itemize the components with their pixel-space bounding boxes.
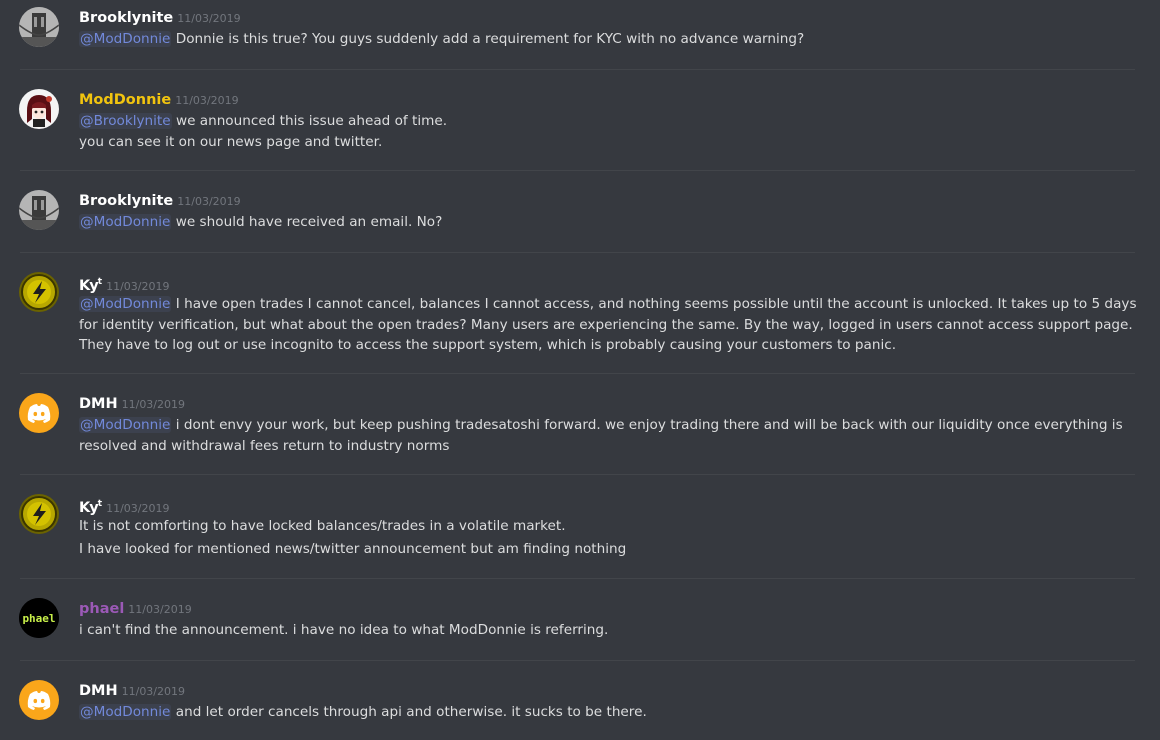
message-header: DMH 11/03/2019 — [79, 393, 185, 413]
timestamp: 11/03/2019 — [121, 398, 186, 411]
timestamp: 11/03/2019 — [177, 195, 241, 208]
phael-text-avatar-icon: phael — [19, 598, 59, 638]
message-divider — [20, 170, 1135, 171]
timestamp: 11/03/2019 — [175, 94, 239, 107]
message-header: ModDonnie 11/03/2019 — [79, 89, 239, 109]
user-mention[interactable]: @ModDonnie — [79, 296, 172, 312]
bridge-photo-avatar-icon — [19, 7, 59, 47]
timestamp: 11/03/2019 — [177, 12, 241, 25]
message-body: @ModDonnie and let order cancels through… — [79, 702, 1139, 723]
message-text: i dont envy your work, but keep pushing … — [79, 417, 1123, 454]
message-body: It is not comforting to have locked bala… — [79, 515, 1139, 561]
timestamp: 11/03/2019 — [106, 501, 170, 515]
user-mention[interactable]: @Brooklynite — [79, 113, 172, 129]
message-divider — [20, 373, 1135, 374]
user-mention[interactable]: @ModDonnie — [79, 704, 172, 720]
message-line: @ModDonnie and let order cancels through… — [79, 702, 1139, 723]
timestamp: 11/03/2019 — [128, 603, 192, 616]
message-divider — [20, 660, 1135, 661]
message-text: Donnie is this true? You guys suddenly a… — [171, 31, 805, 47]
avatar[interactable] — [19, 190, 59, 230]
message-line: @ModDonnie I have open trades I cannot c… — [79, 294, 1139, 356]
username[interactable]: Brooklynite — [79, 193, 173, 209]
message-header: Kyt 11/03/2019 — [79, 272, 170, 294]
username[interactable]: Kyt — [79, 499, 103, 516]
username-text: Ky — [79, 277, 99, 294]
message-line: @ModDonnie Donnie is this true? You guys… — [79, 29, 1139, 50]
avatar[interactable] — [19, 680, 59, 720]
message-body: @ModDonnie I have open trades I cannot c… — [79, 294, 1139, 356]
username-text: Ky — [79, 499, 99, 516]
message-line: It is not comforting to have locked bala… — [79, 515, 1139, 538]
username[interactable]: DMH — [79, 683, 118, 699]
user-mention[interactable]: @ModDonnie — [79, 31, 172, 47]
message-line: @ModDonnie we should have received an em… — [79, 212, 1139, 233]
timestamp: 11/03/2019 — [121, 685, 186, 698]
message-text: and let order cancels through api and ot… — [171, 704, 647, 720]
message-divider — [20, 474, 1135, 475]
username[interactable]: phael — [79, 601, 124, 617]
message-text: we should have received an email. No? — [171, 214, 443, 230]
message-body: i can't find the announcement. i have no… — [79, 620, 1139, 641]
message-text: I have looked for mentioned news/twitter… — [79, 541, 627, 557]
lightning-logo-avatar-icon — [19, 494, 59, 534]
username-superscript: t — [97, 277, 103, 287]
timestamp: 11/03/2019 — [106, 279, 170, 293]
avatar[interactable] — [19, 393, 59, 433]
username[interactable]: DMH — [79, 396, 118, 412]
username[interactable]: Kyt — [79, 277, 103, 294]
avatar[interactable] — [19, 494, 59, 534]
message-text: you can see it on our news page and twit… — [79, 133, 383, 150]
message-text: It is not comforting to have locked bala… — [79, 518, 566, 534]
message-text: we announced this issue ahead of time. — [171, 113, 448, 129]
message-line: I have looked for mentioned news/twitter… — [79, 538, 1139, 561]
message-divider — [20, 578, 1135, 579]
message-body: @ModDonnie Donnie is this true? You guys… — [79, 29, 1139, 50]
chat-messages: Brooklynite 11/03/2019 @ModDonnie Donnie … — [0, 0, 1160, 740]
avatar[interactable] — [19, 89, 59, 129]
username-superscript: t — [97, 499, 103, 509]
message-body: @ModDonnie we should have received an em… — [79, 212, 1139, 233]
message-body: @ModDonnie i dont envy your work, but ke… — [79, 415, 1139, 456]
message-text: i can't find the announcement. i have no… — [79, 622, 609, 638]
user-mention[interactable]: @ModDonnie — [79, 214, 172, 230]
message-line: i can't find the announcement. i have no… — [79, 620, 1139, 641]
username[interactable]: Brooklynite — [79, 10, 173, 26]
bridge-photo-avatar-icon — [19, 190, 59, 230]
message-line: you can see it on our news page and twit… — [79, 132, 1139, 153]
username[interactable]: ModDonnie — [79, 92, 171, 108]
avatar[interactable]: phael — [19, 598, 59, 638]
message-line: @ModDonnie i dont envy your work, but ke… — [79, 415, 1139, 456]
message-header: Kyt 11/03/2019 — [79, 494, 170, 516]
message-header: Brooklynite 11/03/2019 — [79, 190, 241, 210]
message-body: @Brooklynite we announced this issue ahe… — [79, 111, 1139, 152]
message-header: phael 11/03/2019 — [79, 598, 192, 618]
message-header: DMH 11/03/2019 — [79, 680, 185, 700]
avatar[interactable] — [19, 272, 59, 312]
message-divider — [20, 69, 1135, 70]
message-line: @Brooklynite we announced this issue ahe… — [79, 111, 1139, 132]
avatar-text: phael — [22, 612, 55, 625]
discord-logo-avatar-icon — [19, 393, 59, 433]
message-divider — [20, 252, 1135, 253]
lightning-logo-avatar-icon — [19, 272, 59, 312]
avatar[interactable] — [19, 7, 59, 47]
message-header: Brooklynite 11/03/2019 — [79, 7, 241, 27]
message-text: I have open trades I cannot cancel, bala… — [79, 296, 1137, 353]
user-mention[interactable]: @ModDonnie — [79, 417, 172, 433]
discord-logo-avatar-icon — [19, 680, 59, 720]
anime-character-avatar-icon — [19, 89, 59, 129]
